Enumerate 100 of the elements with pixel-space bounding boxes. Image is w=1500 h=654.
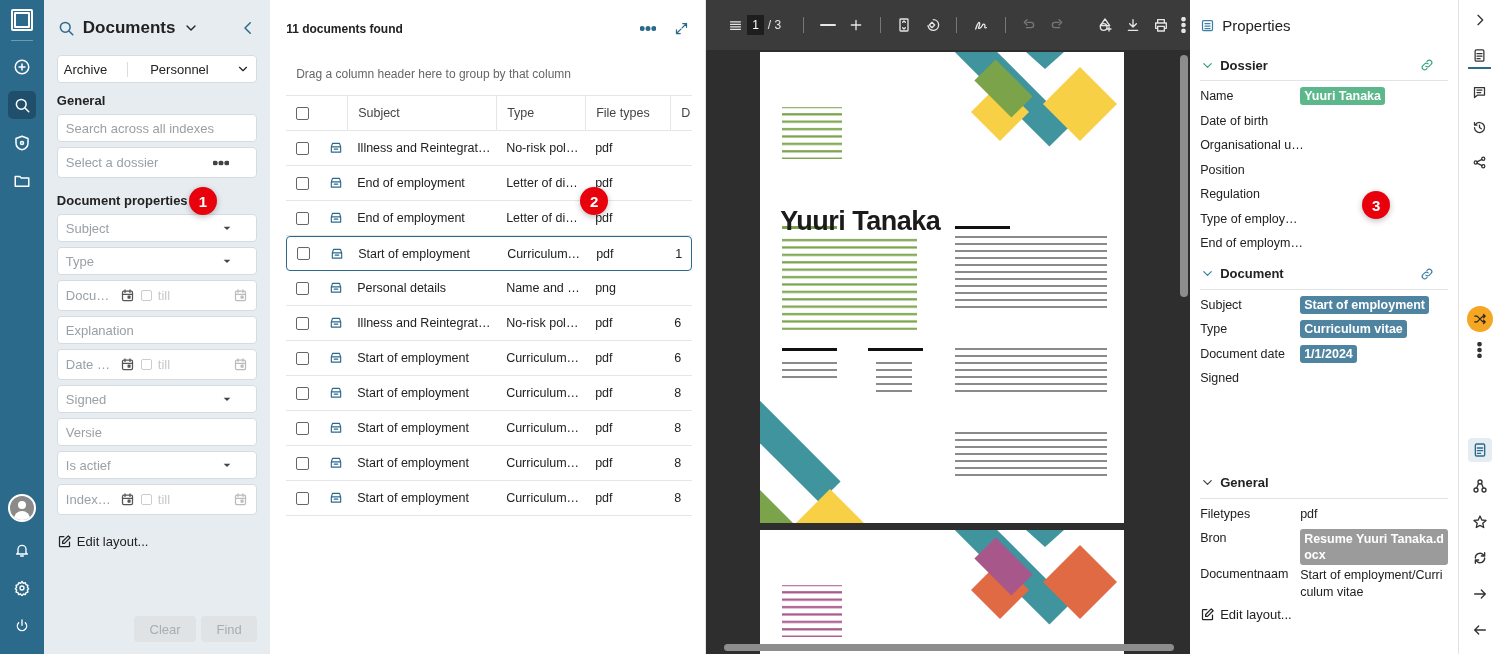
table-cell-text: Start of employment	[356, 491, 470, 505]
column-header[interactable]: Subject	[347, 96, 497, 130]
select-field[interactable]: Type	[56, 247, 258, 275]
property-label: Subject	[1200, 296, 1243, 312]
select-field[interactable]: Subject	[56, 214, 258, 242]
select-field[interactable]: Signed	[56, 385, 258, 413]
callout-badge: 2	[580, 187, 609, 215]
table-cell-text: png	[594, 281, 617, 295]
property-label: Signed	[1200, 370, 1241, 385]
property-label: End of employm…	[1200, 235, 1301, 250]
table-row[interactable]: Start of employment Curriculum… pdf 8	[286, 411, 693, 446]
value-tag: 1/1/2024	[1300, 344, 1357, 363]
property-label: Document date	[1200, 345, 1286, 361]
table-cell-text: 6	[673, 351, 683, 365]
table-row[interactable]: Start of employment Curriculum… pdf 6	[286, 341, 693, 376]
table-cell-text: Personal details	[356, 281, 448, 295]
select-field[interactable]: Is actief	[56, 451, 258, 479]
table-cell-text: Curriculum…	[505, 351, 581, 365]
table-row[interactable]: Start of employment Curriculum… pdf 8	[286, 376, 693, 411]
property-label: Position	[1200, 161, 1246, 177]
panel-title: Properties	[1222, 16, 1291, 34]
property-label: Type of employ…	[1200, 210, 1299, 226]
archive-select[interactable]: Archive Personnel	[56, 55, 258, 83]
property-label: Bron	[1200, 530, 1228, 545]
date-input[interactable]: Index…	[65, 492, 114, 507]
table-cell-text: pdf	[594, 421, 614, 435]
edit-layout-link[interactable]: Edit layout...	[1200, 607, 1449, 622]
table-cell-text: Illness and Reintegrat…	[356, 316, 492, 330]
table-cell-text: 8	[673, 386, 683, 400]
text-field[interactable]: Versie	[56, 418, 258, 446]
table-cell-text: pdf	[594, 491, 614, 505]
property-label: Date of birth	[1200, 112, 1270, 128]
property-label: Documentnaam	[1200, 566, 1290, 581]
table-row[interactable]: Start of employment Curriculum… pdf 1	[286, 236, 693, 271]
edit-layout-link[interactable]: Edit layout...	[56, 534, 258, 549]
value-tag: Start of employment	[1300, 295, 1429, 314]
result-count: 11 documents found	[286, 21, 403, 36]
table-cell-text: Curriculum…	[506, 246, 582, 261]
table-row[interactable]: Illness and Reintegrat… No-risk pol… pdf 6	[286, 306, 693, 341]
table-cell-text: pdf	[594, 386, 614, 400]
column-header[interactable]: D	[670, 96, 693, 130]
page-number-field[interactable]: 1	[747, 15, 764, 35]
table-cell-text: Curriculum…	[505, 386, 581, 400]
group-hint: Drag a column header here to group by that column	[295, 66, 572, 83]
table-cell-text: 8	[673, 421, 683, 435]
section-title[interactable]: Document	[1220, 266, 1284, 281]
table-cell-text: 1	[674, 246, 684, 261]
table-cell-text: Start of employment	[356, 456, 470, 470]
till-label: till	[157, 288, 171, 303]
table-cell-text: Letter of di…	[505, 176, 579, 190]
table-row[interactable]: Start of employment Curriculum… pdf 8	[286, 446, 693, 481]
date-input[interactable]: Docu…	[65, 288, 114, 303]
value-tag: Yuuri Tanaka	[1300, 87, 1386, 105]
table-cell-text: Name and …	[505, 281, 581, 295]
table-cell-text: Curriculum…	[505, 421, 581, 435]
property-label: Filetypes	[1200, 505, 1252, 521]
date-input[interactable]: Date …	[65, 357, 114, 372]
callout-badge: 3	[1362, 191, 1391, 219]
table-row[interactable]: Personal details Name and … png	[286, 271, 693, 306]
table-cell-text: pdf	[595, 246, 615, 261]
table-cell-text: Illness and Reintegrat…	[356, 141, 492, 155]
table-cell-text: 8	[673, 456, 683, 470]
table-row[interactable]: Illness and Reintegrat… No-risk pol… pdf	[286, 131, 693, 166]
property-label: Organisational u…	[1200, 137, 1301, 152]
section-header[interactable]: Document	[1200, 258, 1449, 290]
table-cell-text: Letter of di…	[505, 211, 579, 225]
property-value: pdf	[1300, 505, 1318, 521]
dossier-field[interactable]: Select a dossier	[56, 147, 258, 178]
table-cell-text: pdf	[594, 456, 614, 470]
table-cell-text: Start of employment	[356, 386, 470, 400]
value-tag: Curriculum vitae	[1300, 320, 1407, 338]
section-heading: Document properties	[56, 193, 188, 208]
table-cell-text: pdf	[594, 351, 614, 365]
table-cell-text: 8	[673, 491, 683, 505]
section-header[interactable]: General	[1200, 467, 1449, 499]
callout-badge: 1	[188, 187, 217, 215]
property-label: Regulation	[1200, 186, 1261, 201]
table-cell-text: No-risk pol…	[505, 316, 580, 330]
table-cell-text: Curriculum…	[505, 491, 581, 505]
table-cell-text: Start of employment	[356, 351, 470, 365]
table-row[interactable]: Start of employment Curriculum… pdf 8	[286, 481, 693, 516]
table-cell-text: No-risk pol…	[505, 141, 580, 155]
section-title[interactable]: General	[1220, 475, 1269, 490]
column-header[interactable]: Type	[496, 96, 586, 130]
section-title[interactable]: Dossier	[1220, 57, 1268, 73]
property-value: Start of employment/Curriculum vitae	[1300, 567, 1444, 601]
column-header[interactable]: File types	[585, 96, 671, 130]
property-label: Type	[1200, 321, 1229, 336]
page-count: / 3	[767, 18, 782, 32]
text-field[interactable]: Search across all indexes	[56, 114, 258, 142]
table-cell-text: pdf	[594, 316, 614, 330]
table-cell-text: Start of employment	[356, 421, 470, 435]
panel-title: Documents	[82, 17, 176, 38]
till-label: till	[157, 492, 171, 507]
till-label: till	[157, 357, 171, 372]
table-cell-text: Curriculum…	[505, 456, 581, 470]
table-cell-text: End of employment	[356, 211, 466, 225]
text-field[interactable]: Explanation	[56, 316, 258, 344]
section-header[interactable]: Dossier	[1200, 50, 1449, 81]
table-cell-text: pdf	[594, 141, 614, 155]
